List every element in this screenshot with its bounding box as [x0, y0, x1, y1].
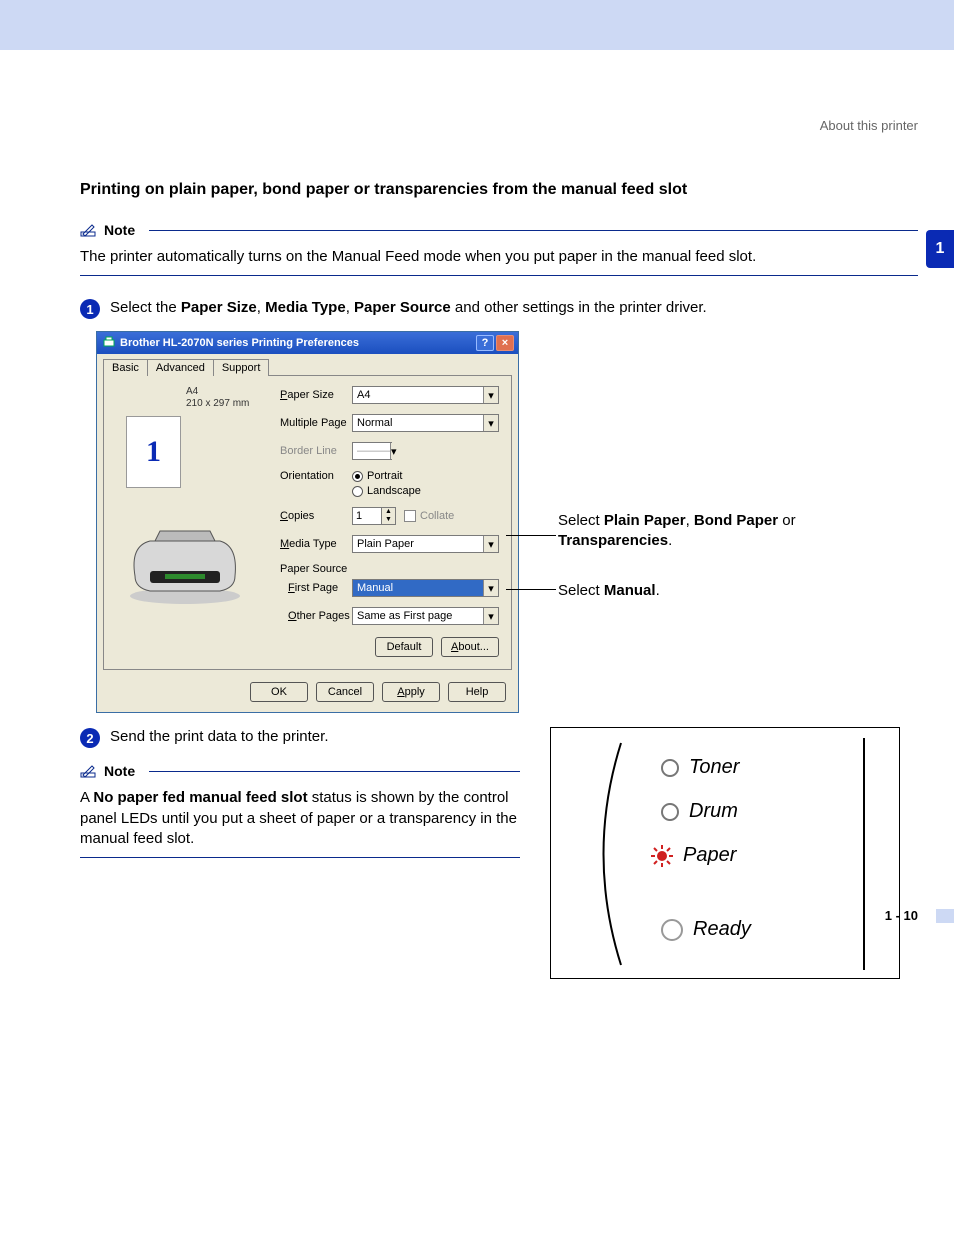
dialog-screenshot-area: Brother HL-2070N series Printing Prefere…: [96, 331, 918, 709]
label-paper-size: Paper Size: [280, 389, 352, 401]
button-default[interactable]: Default: [375, 637, 433, 657]
button-ok[interactable]: OK: [250, 682, 308, 702]
step-2-text: Send the print data to the printer.: [110, 727, 328, 747]
print-preferences-dialog: Brother HL-2070N series Printing Prefere…: [96, 331, 519, 713]
tab-basic[interactable]: Basic: [103, 359, 148, 376]
combo-first-page[interactable]: Manual ▾: [352, 579, 499, 597]
note-end-rule: [80, 857, 520, 858]
led-ready-label: Ready: [693, 918, 751, 941]
button-help[interactable]: Help: [448, 682, 506, 702]
label-media-type: Media Type: [280, 538, 352, 550]
callout-line-source: [506, 589, 556, 590]
note-text-2: A No paper fed manual feed slot status i…: [80, 788, 520, 849]
led-toner-icon: [661, 759, 679, 777]
printer-app-icon: [103, 336, 115, 351]
combo-border-line: ——— ▾: [352, 442, 392, 460]
combo-paper-size[interactable]: A4 ▾: [352, 386, 499, 404]
paper-meta: A4 210 x 297 mm: [186, 386, 266, 410]
step-1: 1 Select the Paper Size, Media Type, Pap…: [80, 298, 918, 319]
top-header-bar: [0, 0, 954, 50]
led-paper-label: Paper: [683, 844, 736, 867]
tab-body: A4 210 x 297 mm 1: [103, 375, 512, 670]
copies-spinner[interactable]: ▲▼: [382, 507, 396, 525]
note-label: Note: [104, 763, 135, 779]
printer-illustration: [120, 516, 250, 606]
titlebar-close-button[interactable]: ×: [496, 335, 514, 351]
chevron-down-icon: ▾: [390, 443, 397, 459]
callout-line-media: [506, 535, 556, 536]
note-end-rule: [80, 275, 918, 276]
page-preview: 1: [126, 416, 181, 488]
dialog-titlebar[interactable]: Brother HL-2070N series Printing Prefere…: [97, 332, 518, 354]
label-border-line: Border Line: [280, 445, 352, 457]
callout-paper-source: Select Manual.: [558, 581, 660, 601]
footer-tab-accent: [936, 909, 954, 923]
tab-advanced[interactable]: Advanced: [147, 359, 214, 376]
panel-edge-line: [859, 738, 869, 970]
checkbox-collate: [404, 510, 416, 522]
titlebar-help-button[interactable]: ?: [476, 335, 494, 351]
step-1-text: Select the Paper Size, Media Type, Paper…: [110, 298, 707, 318]
callout-media-type: Select Plain Paper, Bond Paper or Transp…: [558, 511, 848, 550]
led-drum-label: Drum: [689, 800, 738, 823]
dialog-title: Brother HL-2070N series Printing Prefere…: [120, 337, 359, 349]
radio-icon: [352, 486, 363, 497]
step-2: 2 Send the print data to the printer.: [80, 727, 520, 748]
radio-landscape[interactable]: Landscape: [352, 485, 421, 497]
radio-icon: [352, 471, 363, 482]
button-cancel[interactable]: Cancel: [316, 682, 374, 702]
label-first-page: First Page: [280, 582, 352, 594]
chevron-down-icon: ▾: [483, 387, 498, 403]
tab-strip: Basic Advanced Support: [97, 354, 518, 375]
label-copies: Copies: [280, 510, 352, 522]
label-paper-source: Paper Source: [280, 563, 499, 575]
preview-page-number: 1: [146, 435, 161, 469]
led-panel-illustration: Toner Drum: [550, 727, 900, 979]
label-other-pages: Other Pages: [280, 610, 352, 622]
label-orientation: Orientation: [280, 470, 352, 482]
step-number-2: 2: [80, 728, 100, 748]
section-title: Printing on plain paper, bond paper or t…: [80, 181, 918, 199]
chevron-down-icon: ▾: [483, 415, 498, 431]
note-label: Note: [104, 222, 135, 238]
combo-other-pages[interactable]: Same as First page ▾: [352, 607, 499, 625]
button-about[interactable]: About...: [441, 637, 499, 657]
led-toner-label: Toner: [689, 756, 739, 779]
tab-support[interactable]: Support: [213, 359, 270, 376]
note-rule: [149, 771, 520, 772]
panel-curve-icon: [581, 738, 641, 970]
led-drum-icon: [661, 803, 679, 821]
input-copies[interactable]: 1: [352, 507, 382, 525]
radio-portrait[interactable]: Portrait: [352, 470, 421, 482]
led-paper-blinking-icon: [651, 845, 673, 867]
page-number: 1 - 10: [885, 908, 918, 923]
button-apply[interactable]: Apply: [382, 682, 440, 702]
chevron-down-icon: ▾: [483, 608, 498, 624]
chevron-down-icon: ▾: [483, 536, 498, 552]
label-collate: Collate: [420, 510, 454, 522]
breadcrumb: About this printer: [80, 118, 918, 133]
pencil-note-icon: [80, 762, 98, 780]
label-multiple-page: Multiple Page: [280, 417, 352, 429]
led-ready-icon: [661, 919, 683, 941]
note-rule: [149, 230, 918, 231]
combo-media-type[interactable]: Plain Paper ▾: [352, 535, 499, 553]
combo-multiple-page[interactable]: Normal ▾: [352, 414, 499, 432]
step-number-1: 1: [80, 299, 100, 319]
pencil-note-icon: [80, 221, 98, 239]
note-block-2: Note A No paper fed manual feed slot sta…: [80, 762, 520, 858]
note-text-1: The printer automatically turns on the M…: [80, 247, 918, 267]
note-block-1: Note The printer automatically turns on …: [80, 221, 918, 276]
chevron-down-icon: ▾: [483, 580, 498, 596]
